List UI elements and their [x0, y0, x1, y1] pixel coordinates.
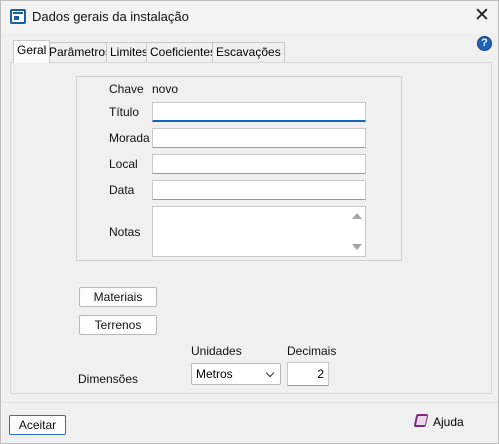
window-app-icon	[10, 9, 26, 24]
data-label: Data	[109, 183, 135, 197]
scroll-up-icon[interactable]	[352, 213, 362, 219]
decimais-field[interactable]: 2	[287, 362, 329, 386]
aceitar-button[interactable]: Aceitar	[9, 415, 66, 435]
chave-label: Chave	[109, 82, 144, 96]
tab-geral[interactable]: Geral	[13, 40, 51, 63]
help-circle-icon[interactable]: ?	[477, 36, 492, 51]
local-label: Local	[109, 157, 138, 171]
data-field[interactable]	[152, 180, 366, 200]
help-book-icon[interactable]	[413, 413, 429, 428]
titulo-field[interactable]	[152, 102, 366, 122]
close-button[interactable]: ✕	[469, 4, 495, 28]
tab-parametros[interactable]: Parâmetros	[45, 42, 116, 62]
window-title: Dados gerais da instalação	[32, 9, 189, 24]
tab-escavacoes[interactable]: Escavações	[212, 42, 285, 62]
materiais-button[interactable]: Materiais	[79, 287, 157, 307]
title-bar: Dados gerais da instalação ✕	[1, 1, 498, 33]
local-field[interactable]	[152, 154, 366, 174]
terrenos-button[interactable]: Terrenos	[79, 315, 157, 335]
chave-value: novo	[152, 82, 179, 96]
morada-field[interactable]	[152, 128, 366, 148]
titulo-label: Título	[109, 105, 140, 119]
unidades-select[interactable]: Metros	[191, 363, 281, 385]
ajuda-button-label[interactable]: Ajuda	[433, 415, 464, 429]
unidades-header: Unidades	[191, 344, 242, 358]
dimensoes-label: Dimensões	[78, 372, 139, 386]
notas-label: Notas	[109, 225, 141, 239]
footer-divider	[1, 402, 498, 403]
dialog-window: Dados gerais da instalação ✕ ? Geral Par…	[0, 0, 499, 444]
notas-textarea[interactable]	[152, 206, 366, 257]
tab-coeficientes[interactable]: Coeficientes	[146, 42, 221, 62]
morada-label: Morada	[109, 131, 150, 145]
chevron-down-icon	[265, 368, 275, 378]
scroll-down-icon[interactable]	[352, 244, 362, 250]
decimais-header: Decimais	[287, 344, 337, 358]
unidades-selected-value: Metros	[196, 367, 233, 381]
